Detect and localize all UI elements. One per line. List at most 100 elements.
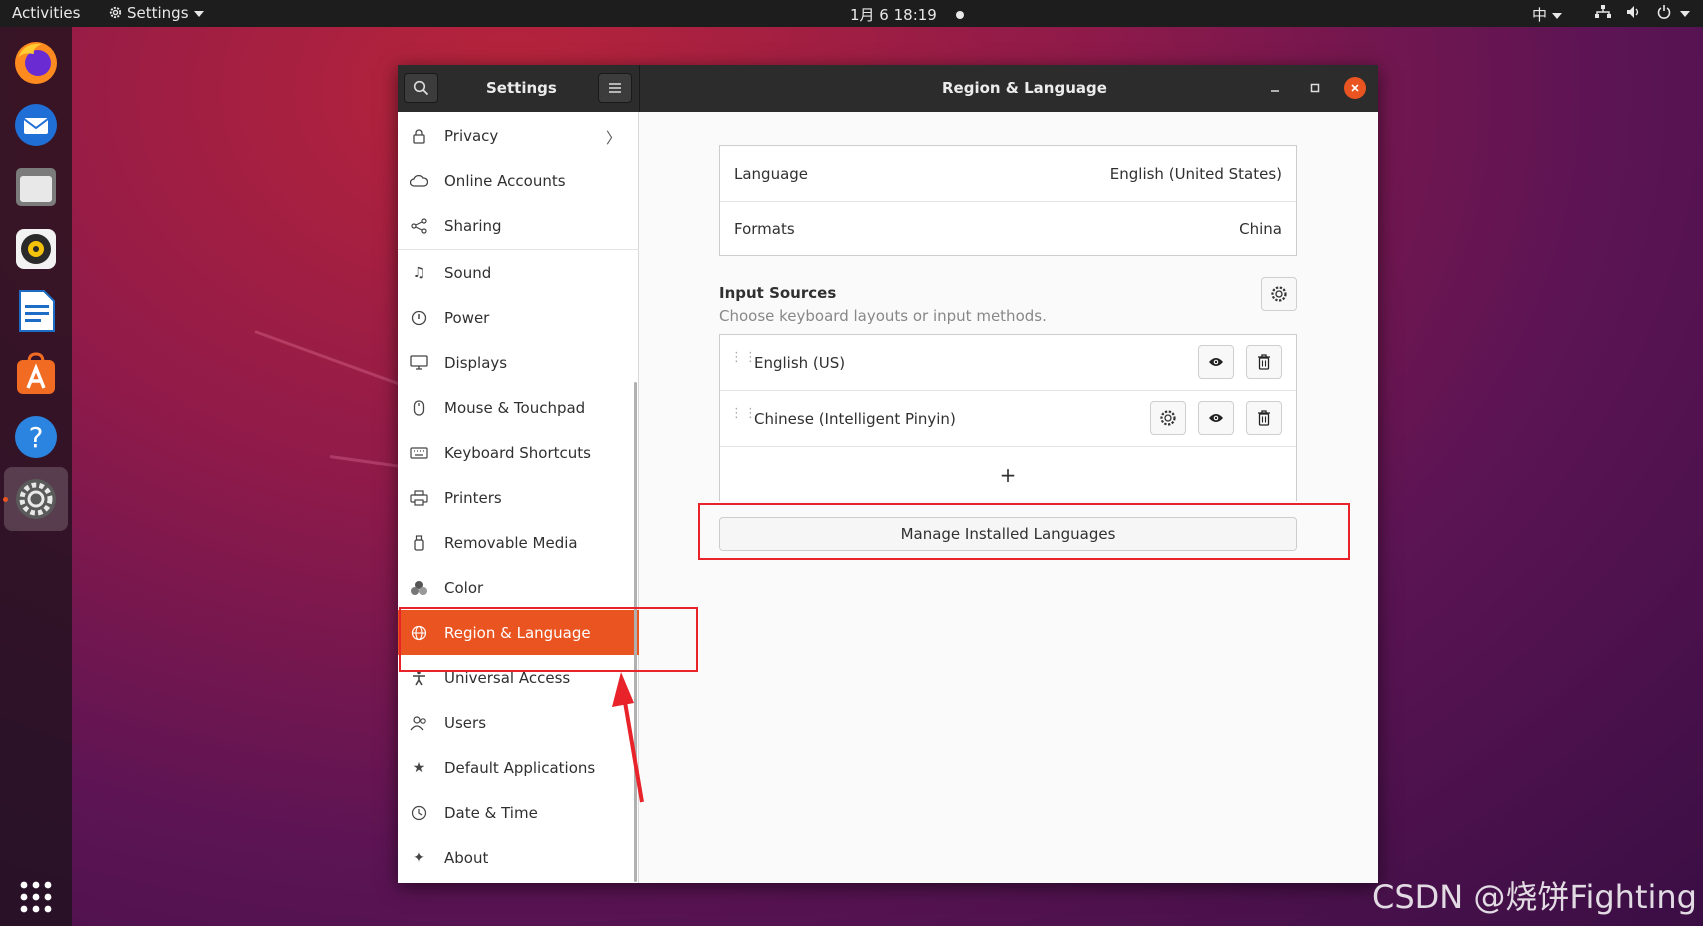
annotation-box-region-language: [399, 607, 698, 672]
chevron-down-icon: [193, 10, 204, 17]
trash-icon: [1258, 354, 1270, 370]
maximize-icon: [1310, 83, 1320, 93]
sidebar-item-online-accounts[interactable]: Online Accounts: [398, 158, 639, 203]
sidebar-item-label: About: [444, 848, 489, 867]
thunderbird-icon[interactable]: [12, 100, 60, 148]
header-bar: Settings Region & Language: [398, 65, 1378, 112]
drag-handle-icon[interactable]: ⋮⋮: [730, 407, 758, 420]
sidebar-item-about[interactable]: ✦ About: [398, 835, 639, 880]
input-source-name: English (US): [754, 353, 846, 372]
sidebar-item-printers[interactable]: Printers: [398, 475, 639, 520]
search-button[interactable]: [404, 73, 438, 103]
sidebar-item-label: Power: [444, 308, 490, 327]
add-icon: +: [999, 462, 1017, 487]
mouse-icon: [410, 399, 428, 417]
sidebar-item-privacy[interactable]: Privacy 〉: [398, 113, 639, 158]
formats-row[interactable]: Formats China: [720, 202, 1296, 256]
dock: ?: [0, 27, 72, 926]
activities-button[interactable]: Activities: [12, 4, 80, 22]
show-applications-icon[interactable]: [12, 873, 60, 921]
lock-icon: [410, 127, 428, 145]
sidebar-item-label: Online Accounts: [444, 171, 566, 190]
app-menu-label: Settings: [127, 4, 189, 22]
chevron-right-icon: 〉: [605, 129, 621, 147]
maximize-button[interactable]: [1304, 77, 1326, 99]
close-button[interactable]: [1344, 77, 1366, 99]
sidebar-item-label: Displays: [444, 353, 508, 372]
close-icon: [1351, 84, 1359, 92]
sidebar-item-color[interactable]: Color: [398, 565, 639, 610]
eye-icon: [1209, 414, 1223, 422]
clock[interactable]: 1月 6 18:19: [850, 4, 964, 25]
sidebar-item-displays[interactable]: Displays: [398, 340, 639, 385]
input-source-settings-button[interactable]: [1150, 401, 1186, 435]
sparkle-icon: ✦: [413, 849, 425, 866]
cloud-icon: [410, 172, 428, 190]
language-formats-list: Language English (United States) Formats…: [719, 145, 1297, 256]
main-menu-button[interactable]: [598, 73, 632, 103]
ubuntu-software-icon[interactable]: [12, 350, 60, 398]
users-icon: [410, 714, 428, 732]
share-icon: [410, 217, 428, 235]
language-value: English (United States): [1109, 164, 1282, 183]
sidebar-item-removable-media[interactable]: Removable Media: [398, 520, 639, 565]
formats-value: China: [1239, 220, 1282, 238]
app-menu[interactable]: Settings: [108, 4, 204, 22]
annotation-box-manage-languages: [698, 503, 1350, 560]
firefox-icon[interactable]: [12, 38, 60, 86]
sidebar-item-label: Date & Time: [444, 803, 538, 822]
chevron-down-icon: [1680, 10, 1691, 17]
libreoffice-writer-icon[interactable]: [12, 287, 60, 335]
input-method-label: 中: [1532, 6, 1548, 24]
settings-window: Settings Region & Language Privacy 〉 Onl…: [398, 65, 1378, 883]
sidebar-item-label: Default Applications: [444, 758, 596, 777]
minimize-button[interactable]: [1264, 77, 1286, 99]
formats-label: Formats: [734, 220, 795, 238]
sidebar-item-label: Sharing: [444, 216, 502, 235]
sidebar-item-sound[interactable]: ♫ Sound: [398, 250, 639, 295]
hamburger-icon: [609, 83, 621, 93]
trash-icon: [1258, 410, 1270, 426]
panel-title: Region & Language: [942, 79, 1107, 97]
sidebar-item-sharing[interactable]: Sharing: [398, 203, 639, 248]
usb-icon: [410, 534, 428, 552]
sidebar-title: Settings: [486, 79, 557, 97]
network-icon: [1595, 5, 1611, 18]
power-icon: [410, 309, 428, 327]
sidebar-item-keyboard-shortcuts[interactable]: Keyboard Shortcuts: [398, 430, 639, 475]
drag-handle-icon[interactable]: ⋮⋮: [730, 351, 758, 364]
minimize-icon: [1271, 90, 1279, 92]
input-method-indicator[interactable]: 中: [1532, 4, 1563, 25]
input-sources-subtitle: Choose keyboard layouts or input methods…: [719, 307, 1047, 325]
sidebar-item-label: Privacy: [444, 126, 499, 145]
remove-source-button[interactable]: [1246, 345, 1282, 379]
preview-layout-button[interactable]: [1198, 401, 1234, 435]
watermark: CSDN @烧饼Fighting: [1371, 878, 1697, 916]
language-row[interactable]: Language English (United States): [720, 146, 1296, 201]
help-icon[interactable]: ?: [12, 412, 60, 460]
chevron-down-icon: [1552, 12, 1563, 19]
input-sources-options-button[interactable]: [1261, 277, 1297, 311]
remove-source-button[interactable]: [1246, 401, 1282, 435]
preview-layout-button[interactable]: [1198, 345, 1234, 379]
star-icon: ★: [412, 759, 426, 776]
header-separator: [639, 65, 640, 112]
sidebar-item-label: Sound: [444, 263, 492, 282]
language-label: Language: [734, 164, 809, 183]
input-source-name: Chinese (Intelligent Pinyin): [754, 409, 956, 428]
system-menu[interactable]: [1595, 4, 1691, 22]
running-indicator: [3, 497, 8, 502]
search-icon: [413, 80, 429, 96]
add-input-source-button[interactable]: +: [720, 447, 1296, 502]
sidebar-item-label: Keyboard Shortcuts: [444, 443, 591, 462]
region-language-panel: Language English (United States) Formats…: [639, 112, 1378, 883]
rhythmbox-icon[interactable]: [12, 225, 60, 273]
files-icon[interactable]: [12, 162, 60, 210]
settings-icon[interactable]: [12, 475, 60, 523]
power-icon: [1657, 5, 1670, 19]
input-sources-title: Input Sources: [719, 284, 837, 302]
sidebar-item-mouse-touchpad[interactable]: Mouse & Touchpad: [398, 385, 639, 430]
music-note-icon: ♫: [412, 264, 426, 281]
sidebar-item-power[interactable]: Power: [398, 295, 639, 340]
notification-dot-icon: [955, 11, 964, 19]
